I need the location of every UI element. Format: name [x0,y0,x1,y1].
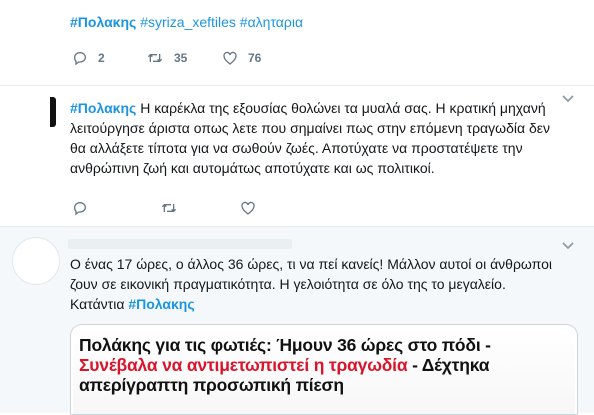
reply-button[interactable] [72,200,88,216]
reply-icon [73,51,87,66]
link-card[interactable]: Πολάκης για τις φωτιές: Ήμουν 36 ώρες στ… [70,324,578,415]
reply-count: 2 [98,51,105,65]
retweet-button[interactable]: 35 [146,50,190,66]
tweet-text: Η καρέκλα της εξουσίας θολώνει τα μυαλά … [136,100,546,116]
retweet-icon [147,54,163,62]
tweet-text: ανθρώπινη ζωή και αυτομάτως αποτύχατε κα… [70,160,435,176]
retweet-count: 35 [174,51,188,65]
hashtag-link[interactable]: #Πολακης [70,100,136,116]
chevron-down-icon[interactable] [562,94,574,104]
retweet-icon [161,204,177,212]
tweet-text: Κατάντια [70,296,129,312]
like-button[interactable] [240,200,256,216]
like-icon [241,201,255,215]
tweet-text: Ο ένας 17 ώρες, ο άλλος 36 ώρες, τι να π… [70,256,553,272]
like-icon [223,51,237,65]
tweet-text: θα αλλάξετε τίποτα για να σωθούν ζωές. Α… [70,140,523,156]
hashtag-link[interactable]: #syriza_xeftiles [140,14,236,30]
tweet-text: ζουν σε εικονική πραγματικότητα. Η γελοι… [70,276,506,292]
tweet-2-line: #Πολακης Η καρέκλα της εξουσίας θολώνει … [70,98,546,118]
hashtag-link[interactable]: #Πολακης [128,296,194,312]
hashtag-link[interactable]: #Πολακης [70,14,136,30]
like-button[interactable]: 76 [222,50,264,66]
tweet-3-last-line: Κατάντια #Πολακης [70,294,195,314]
reply-button[interactable]: 2 [72,50,114,66]
tweet-3: Ο ένας 17 ώρες, ο άλλος 36 ώρες, τι να π… [0,227,594,415]
tweet-1-actions: 2 35 76 [72,49,282,67]
tweet-text: λειτούργησε άριστα οπως λετε που σημαίνε… [70,120,551,136]
card-image: Πολάκης για τις φωτιές: Ήμουν 36 ώρες στ… [73,327,575,414]
tweet-1-hashtags: #Πολακης #syriza_xeftiles #αληταρια [70,12,303,32]
card-headline-part: - Δέχτηκα [407,355,490,375]
tweet-1: #Πολακης #syriza_xeftiles #αληταρια 2 35… [0,0,594,86]
retweet-button[interactable] [160,200,178,216]
chevron-down-icon[interactable] [562,241,574,251]
tweet-2: #Πολακης Η καρέκλα της εξουσίας θολώνει … [0,86,594,227]
avatar[interactable] [50,97,56,127]
hashtag-link[interactable]: #αληταρια [240,14,303,30]
avatar[interactable] [12,237,60,285]
card-headline-highlight: Συνέβαλα να αντιμετωπιστεί η τραγωδία [79,355,408,375]
tweet-2-actions [72,199,274,217]
card-headline-part: απερίγραπτη προσωπική πίεση [79,375,344,395]
author-name[interactable] [68,239,292,249]
reply-icon [73,201,87,216]
card-headline-part: Πολάκης για τις φωτιές: Ήμουν 36 ώρες στ… [79,335,491,355]
card-headline: Πολάκης για τις φωτιές: Ήμουν 36 ώρες στ… [79,335,577,395]
like-count: 76 [248,51,262,65]
